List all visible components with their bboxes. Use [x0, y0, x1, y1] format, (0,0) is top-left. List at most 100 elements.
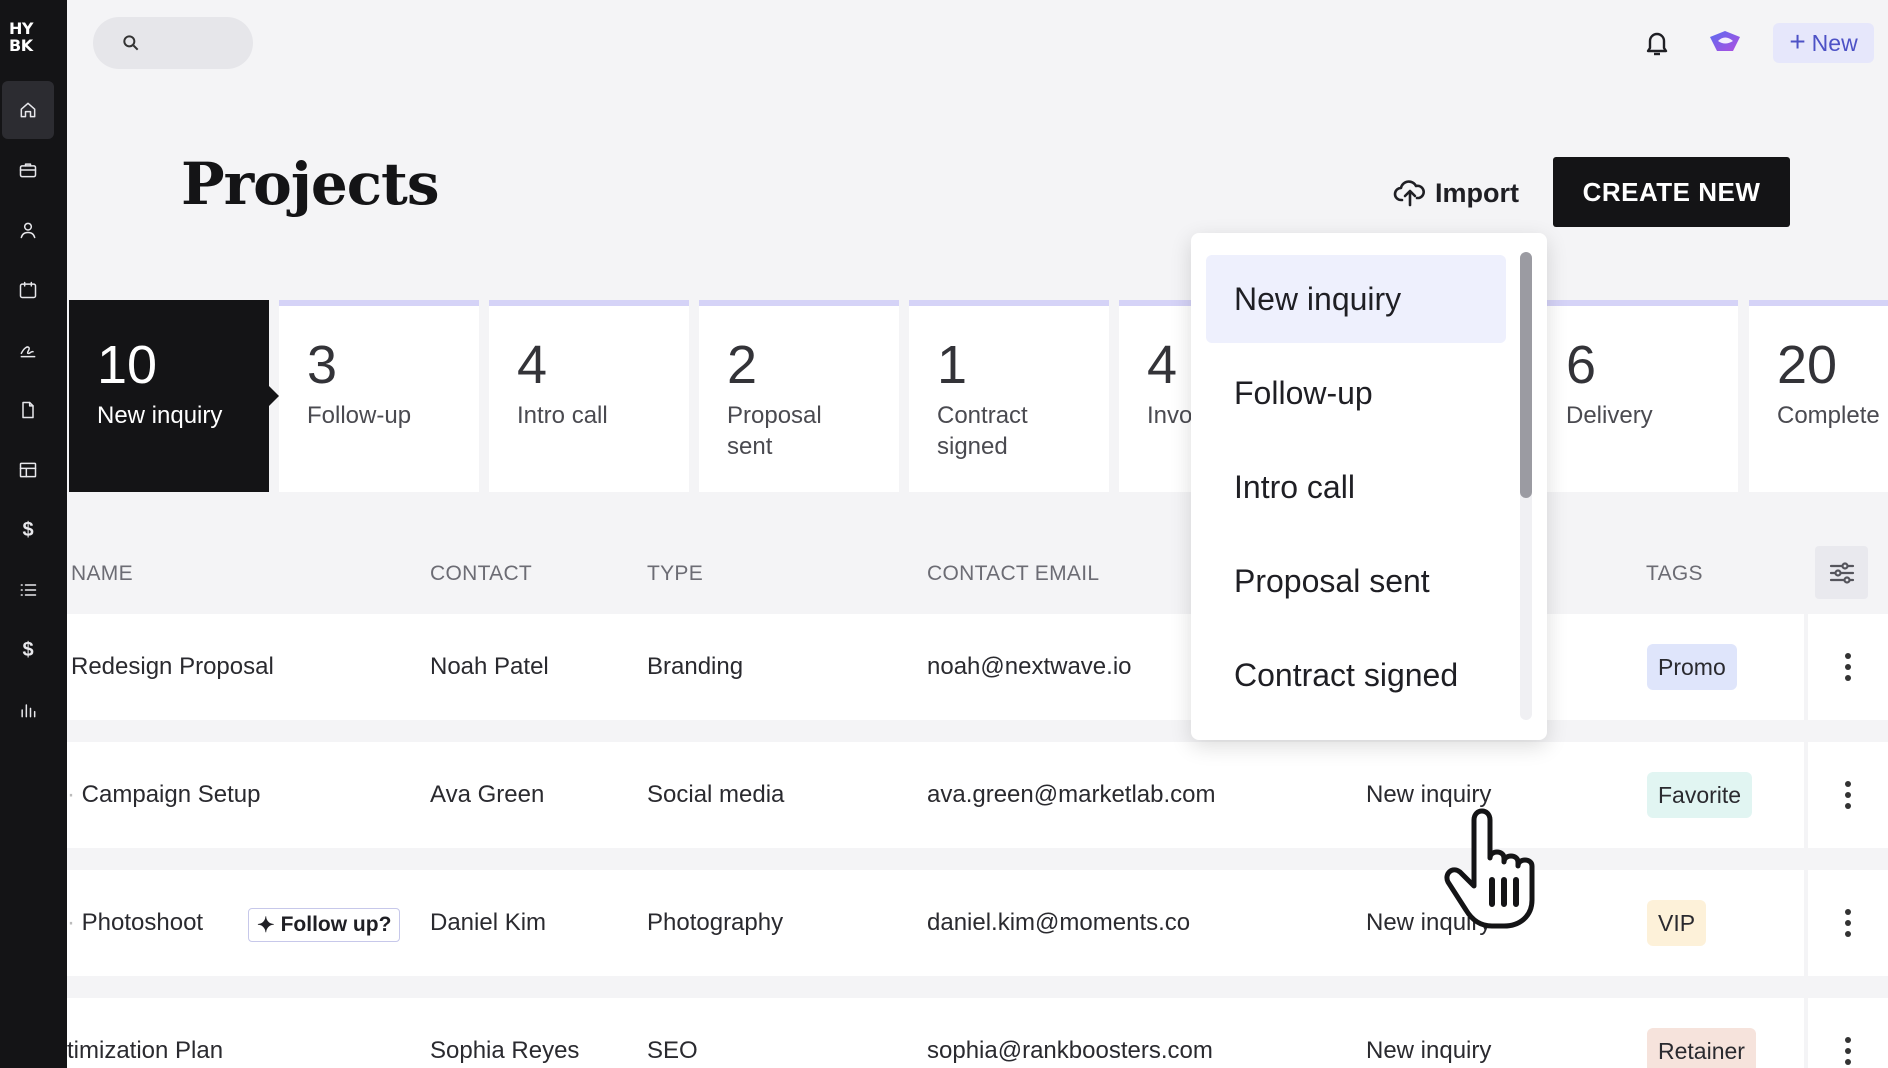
project-type: SEO	[647, 1037, 698, 1064]
cloud-upload-icon	[1393, 180, 1425, 207]
stage-delivery[interactable]: 6 Delivery	[1538, 300, 1738, 492]
sidebar-item-finance[interactable]: $	[2, 621, 54, 679]
contact-email: daniel.kim@moments.co	[927, 909, 1191, 936]
stage-count: 2	[727, 335, 758, 395]
tag-badge: Favorite	[1647, 772, 1753, 818]
stage-proposal-sent[interactable]: 2 Proposal sent	[699, 300, 899, 492]
stage-label: Proposal sent	[727, 402, 822, 460]
create-new-button[interactable]: CREATE NEW	[1553, 157, 1790, 227]
stage-count: 3	[307, 335, 338, 395]
dollar-icon: $	[22, 638, 34, 661]
follow-up-label: Follow up?	[280, 913, 392, 936]
stage-label: Contract signed	[937, 402, 1028, 460]
row-actions-button[interactable]	[1808, 614, 1888, 720]
table-row[interactable]: · Campaign Setup Ava Green Social media …	[67, 742, 1804, 848]
stage-complete[interactable]: 20 Complete	[1749, 300, 1888, 492]
stage-follow-up[interactable]: 3 Follow-up	[279, 300, 479, 492]
tag-badge: VIP	[1647, 900, 1707, 946]
table-row[interactable]: · Photoshoot ✦ Follow up? Daniel Kim Pho…	[67, 870, 1804, 976]
contact-name: Ava Green	[430, 781, 545, 808]
new-button[interactable]: + New	[1773, 23, 1874, 63]
column-settings-button[interactable]	[1815, 546, 1868, 599]
sliders-icon	[1829, 561, 1854, 584]
kebab-icon	[1845, 909, 1851, 937]
ai-orb-icon	[1710, 31, 1740, 51]
column-header-contact[interactable]: CONTACT	[430, 562, 532, 586]
sidebar-item-calendar[interactable]	[2, 261, 54, 319]
layout-icon	[19, 462, 37, 478]
import-button[interactable]: Import	[1393, 172, 1519, 214]
kebab-icon	[1845, 1037, 1851, 1065]
project-name: timization Plan	[67, 1037, 224, 1064]
sidebar-item-tasks[interactable]	[2, 561, 54, 619]
dropdown-option-new-inquiry[interactable]: New inquiry	[1206, 255, 1506, 343]
sidebar-item-projects[interactable]	[2, 141, 54, 199]
dropdown-option-proposal-sent[interactable]: Proposal sent	[1206, 537, 1506, 625]
project-type: Photography	[647, 909, 784, 936]
project-name: · Campaign Setup	[67, 781, 261, 808]
dropdown-scrollbar[interactable]	[1520, 252, 1532, 498]
stage-label: Delivery	[1566, 402, 1653, 429]
dropdown-option-follow-up[interactable]: Follow-up	[1206, 349, 1506, 437]
sidebar-item-home[interactable]	[2, 81, 54, 139]
list-icon	[20, 584, 37, 596]
stage-label: Intro call	[517, 402, 608, 429]
column-header-name[interactable]: NAME	[71, 562, 133, 586]
stage-select[interactable]: New inquiry	[1366, 742, 1491, 848]
kebab-icon	[1845, 653, 1851, 681]
notifications-button[interactable]	[1643, 28, 1671, 58]
document-icon	[22, 401, 34, 419]
stage-select[interactable]: New inquiry	[1366, 870, 1491, 976]
contact-name: Noah Patel	[430, 653, 549, 680]
follow-up-chip[interactable]: ✦ Follow up?	[248, 908, 401, 942]
sparkle-icon: ✦	[257, 913, 275, 937]
stage-intro-call[interactable]: 4 Intro call	[489, 300, 689, 492]
sidebar-item-contracts[interactable]	[2, 321, 54, 379]
contact-name: Sophia Reyes	[430, 1037, 580, 1064]
signature-icon	[20, 346, 36, 358]
search-input[interactable]	[93, 17, 253, 69]
contact-name: Daniel Kim	[430, 909, 547, 936]
tag-badge: Retainer	[1647, 1028, 1756, 1068]
stage-select[interactable]: New inquiry	[1366, 998, 1491, 1068]
search-icon	[123, 35, 139, 51]
sidebar-item-templates[interactable]	[2, 441, 54, 499]
stage-label: New inquiry	[97, 402, 223, 429]
project-name: Redesign Proposal	[71, 653, 274, 680]
stage-count: 4	[517, 335, 548, 395]
stage-contract-signed[interactable]: 1 Contract signed	[909, 300, 1109, 492]
stage-label: Complete	[1777, 402, 1880, 429]
stage-count: 10	[97, 335, 158, 395]
sidebar: HY BK $ $	[0, 0, 67, 1068]
column-header-type[interactable]: TYPE	[647, 562, 703, 586]
column-header-tags[interactable]: TAGS	[1646, 562, 1703, 586]
bar-chart-icon	[21, 704, 36, 718]
stage-label: Follow-up	[307, 402, 412, 429]
briefcase-icon	[19, 163, 37, 178]
table-row[interactable]: timization Plan Sophia Reyes SEO sophia@…	[67, 998, 1804, 1068]
dollar-icon: $	[22, 518, 34, 541]
stage-count: 20	[1777, 335, 1838, 395]
sidebar-item-reports[interactable]	[2, 681, 54, 739]
ai-assistant-button[interactable]	[1707, 29, 1743, 55]
stage-count: 6	[1566, 335, 1597, 395]
column-header-email[interactable]: CONTACT EMAIL	[927, 562, 1099, 586]
sidebar-item-contacts[interactable]	[2, 201, 54, 259]
sidebar-item-documents[interactable]	[2, 381, 54, 439]
app-logo[interactable]: HY BK	[9, 20, 45, 54]
calendar-icon	[19, 281, 37, 299]
new-button-label: New	[1811, 29, 1858, 56]
row-actions-button[interactable]	[1808, 742, 1888, 848]
project-name: · Photoshoot	[67, 909, 204, 936]
stage-new-inquiry[interactable]: 10 New inquiry	[69, 300, 279, 492]
stage-dropdown-menu: New inquiry Follow-up Intro call Proposa…	[1191, 233, 1547, 740]
stage-count: 1	[937, 335, 968, 395]
row-actions-button[interactable]	[1808, 870, 1888, 976]
dropdown-option-contract-signed[interactable]: Contract signed	[1206, 631, 1506, 719]
kebab-icon	[1845, 781, 1851, 809]
row-actions-button[interactable]	[1808, 998, 1888, 1068]
dropdown-option-intro-call[interactable]: Intro call	[1206, 443, 1506, 531]
plus-icon: +	[1789, 25, 1806, 57]
project-type: Social media	[647, 781, 785, 808]
sidebar-item-payments[interactable]: $	[2, 501, 54, 559]
